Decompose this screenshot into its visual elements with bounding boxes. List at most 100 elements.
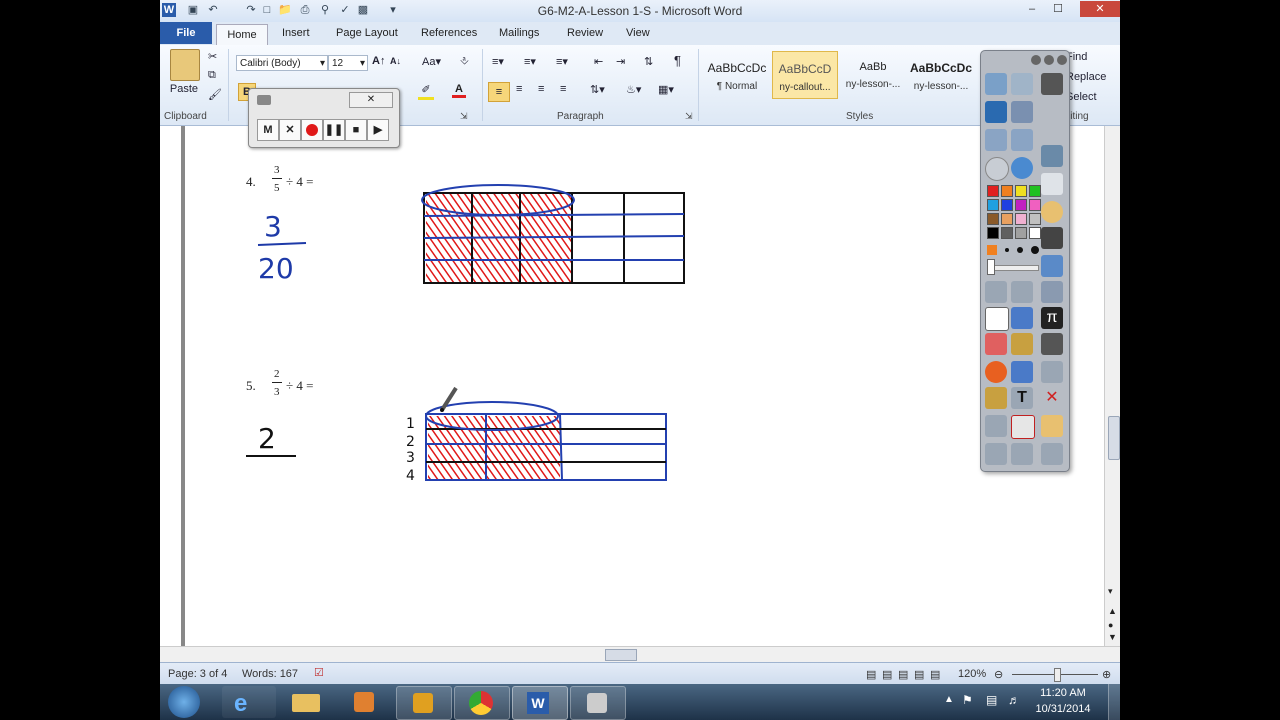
play-button[interactable]: ▶ bbox=[367, 119, 389, 141]
document-canvas[interactable]: 4. 3 5 ÷ 4 = 5. 2 3 ÷ 4 = 3 20 2 1 2 3 4 bbox=[160, 126, 1105, 646]
color-swatch[interactable] bbox=[1015, 213, 1027, 225]
select-button[interactable]: Select bbox=[1066, 91, 1097, 103]
zoom-out-icon[interactable]: ⊖ bbox=[994, 668, 1003, 681]
format-painter-icon[interactable]: 🖌 bbox=[208, 88, 222, 101]
color-swatch[interactable] bbox=[987, 213, 999, 225]
proofing-icon[interactable]: ☑ bbox=[314, 666, 324, 679]
settings-tool-icon[interactable] bbox=[1011, 281, 1033, 303]
decrease-indent-icon[interactable]: ⇤ bbox=[594, 55, 603, 68]
style-normal[interactable]: AaBbCcDc ¶ Normal bbox=[704, 51, 770, 99]
panel-minimize-icon[interactable] bbox=[1031, 55, 1041, 65]
scroll-thumb[interactable] bbox=[1108, 416, 1120, 460]
tab-home[interactable]: Home bbox=[216, 24, 268, 46]
tab-review[interactable]: Review bbox=[567, 27, 603, 39]
color-swatch[interactable] bbox=[1015, 199, 1027, 211]
view-web-layout-icon[interactable]: ▤ bbox=[898, 668, 908, 681]
color-swatch[interactable] bbox=[1029, 185, 1041, 197]
paste-button[interactable]: Paste bbox=[166, 83, 202, 95]
line-width-large-icon[interactable] bbox=[1017, 247, 1023, 253]
calculator-tool-icon[interactable] bbox=[1041, 443, 1063, 465]
style-ny-lesson-1[interactable]: AaBb ny-lesson-... bbox=[840, 51, 906, 99]
table-tool-icon[interactable] bbox=[1041, 361, 1063, 383]
justify-icon[interactable]: ≡ bbox=[560, 83, 566, 95]
color-swatch[interactable] bbox=[1001, 227, 1013, 239]
tab-page-layout[interactable]: Page Layout bbox=[336, 27, 398, 39]
screen-icon[interactable] bbox=[1011, 73, 1033, 95]
view-print-layout-icon[interactable]: ▤ bbox=[866, 668, 876, 681]
color-swatch[interactable] bbox=[1029, 227, 1041, 239]
bullets-icon[interactable]: ≡▾ bbox=[492, 55, 504, 68]
timer-tool-icon[interactable] bbox=[985, 415, 1007, 437]
paragraph-dialog-launcher-icon[interactable]: ⇲ bbox=[685, 111, 693, 122]
numbering-icon[interactable]: ≡▾ bbox=[524, 55, 536, 68]
page-count[interactable]: Page: 3 of 4 bbox=[168, 668, 227, 680]
previous-page-icon[interactable]: ▲ bbox=[1108, 606, 1117, 616]
pi-tool-icon[interactable]: π bbox=[1041, 307, 1063, 329]
tab-view[interactable]: View bbox=[626, 27, 650, 39]
highlighter-tool-icon[interactable] bbox=[1011, 307, 1033, 329]
play-tool-icon[interactable] bbox=[985, 157, 1009, 181]
change-case-icon[interactable]: Aa▾ bbox=[422, 55, 441, 68]
next-page-icon[interactable]: ▼ bbox=[1108, 632, 1117, 642]
copy-icon[interactable]: ⧉ bbox=[208, 69, 216, 82]
font-name-combo[interactable]: Calibri (Body) ▾ bbox=[236, 55, 328, 71]
align-right-icon[interactable]: ≡ bbox=[538, 83, 544, 95]
grow-font-icon[interactable]: A↑ bbox=[372, 55, 385, 67]
close-button[interactable]: ✕ bbox=[1080, 1, 1120, 17]
view-full-screen-icon[interactable]: ▤ bbox=[882, 668, 892, 681]
reset-tool-icon[interactable] bbox=[1011, 415, 1035, 439]
font-color-icon[interactable]: A bbox=[452, 83, 466, 98]
tab-file[interactable]: File bbox=[160, 22, 212, 44]
color-swatch[interactable] bbox=[1001, 213, 1013, 225]
recorder-menu-button[interactable]: M bbox=[257, 119, 279, 141]
transparency-slider-thumb[interactable] bbox=[987, 259, 995, 275]
scroll-down-icon[interactable]: ▾ bbox=[1108, 586, 1113, 597]
back-tool-icon[interactable] bbox=[985, 443, 1007, 465]
line-width-medium-icon[interactable] bbox=[1005, 248, 1009, 252]
stop-button[interactable]: ■ bbox=[345, 119, 367, 141]
select-arrow-icon[interactable] bbox=[985, 281, 1007, 303]
align-left-icon[interactable]: ≡ bbox=[488, 82, 510, 102]
eraser-tool-icon[interactable] bbox=[985, 333, 1007, 355]
color-swatch[interactable] bbox=[1015, 185, 1027, 197]
color-swatch[interactable] bbox=[1029, 213, 1041, 225]
panel-close-icon[interactable] bbox=[1057, 55, 1067, 65]
media-player-icon[interactable] bbox=[338, 686, 392, 718]
clock-tool-icon[interactable] bbox=[1041, 201, 1063, 223]
zoom-level[interactable]: 120% bbox=[958, 668, 986, 680]
folder-tool-icon[interactable] bbox=[985, 387, 1007, 409]
color-swatch[interactable] bbox=[987, 199, 999, 211]
color-swatch[interactable] bbox=[987, 185, 999, 197]
pause-button[interactable]: ❚❚ bbox=[323, 119, 345, 141]
paste-icon[interactable] bbox=[170, 49, 200, 81]
fill-tool-icon[interactable] bbox=[1011, 333, 1033, 355]
style-ny-callout[interactable]: AaBbCcD ny-callout... bbox=[772, 51, 838, 99]
area-capture-icon[interactable] bbox=[985, 101, 1007, 123]
highlight-color-icon[interactable]: ✐ bbox=[418, 83, 434, 100]
show-hidden-icons-icon[interactable]: ▲ bbox=[944, 694, 954, 705]
zoom-slider-thumb[interactable] bbox=[1054, 668, 1061, 682]
refresh-tool-icon[interactable] bbox=[1041, 145, 1063, 167]
browser-tool-icon[interactable] bbox=[1011, 157, 1033, 179]
window-capture-icon[interactable] bbox=[1011, 101, 1033, 123]
panel-collapse-icon[interactable] bbox=[1044, 55, 1054, 65]
undo-tool-icon[interactable] bbox=[985, 129, 1007, 151]
network-icon[interactable]: ▤ bbox=[986, 693, 997, 707]
pen-tool-icon[interactable] bbox=[985, 307, 1009, 331]
tab-references[interactable]: References bbox=[421, 27, 477, 39]
word-count[interactable]: Words: 167 bbox=[242, 668, 298, 680]
document-tool-icon[interactable] bbox=[1041, 173, 1063, 195]
delete-tool-icon[interactable]: ✕ bbox=[1041, 387, 1063, 409]
borders-icon[interactable]: ▦▾ bbox=[658, 83, 674, 96]
export-tool-icon[interactable] bbox=[1041, 255, 1063, 277]
recorder-grip-icon[interactable] bbox=[257, 95, 271, 105]
internet-explorer-icon[interactable]: e bbox=[222, 686, 276, 718]
sort-icon[interactable]: ⇅ bbox=[644, 55, 653, 68]
view-outline-icon[interactable]: ▤ bbox=[914, 668, 924, 681]
show-desktop-button[interactable] bbox=[1108, 684, 1120, 720]
color-swatch[interactable] bbox=[1001, 185, 1013, 197]
font-dialog-launcher-icon[interactable]: ⇲ bbox=[460, 111, 468, 122]
vertical-scrollbar[interactable]: ▾ ▲ ● ▼ bbox=[1104, 126, 1120, 646]
multilevel-list-icon[interactable]: ≡▾ bbox=[556, 55, 568, 68]
clear-formatting-icon[interactable]: ⎀ bbox=[460, 55, 469, 68]
